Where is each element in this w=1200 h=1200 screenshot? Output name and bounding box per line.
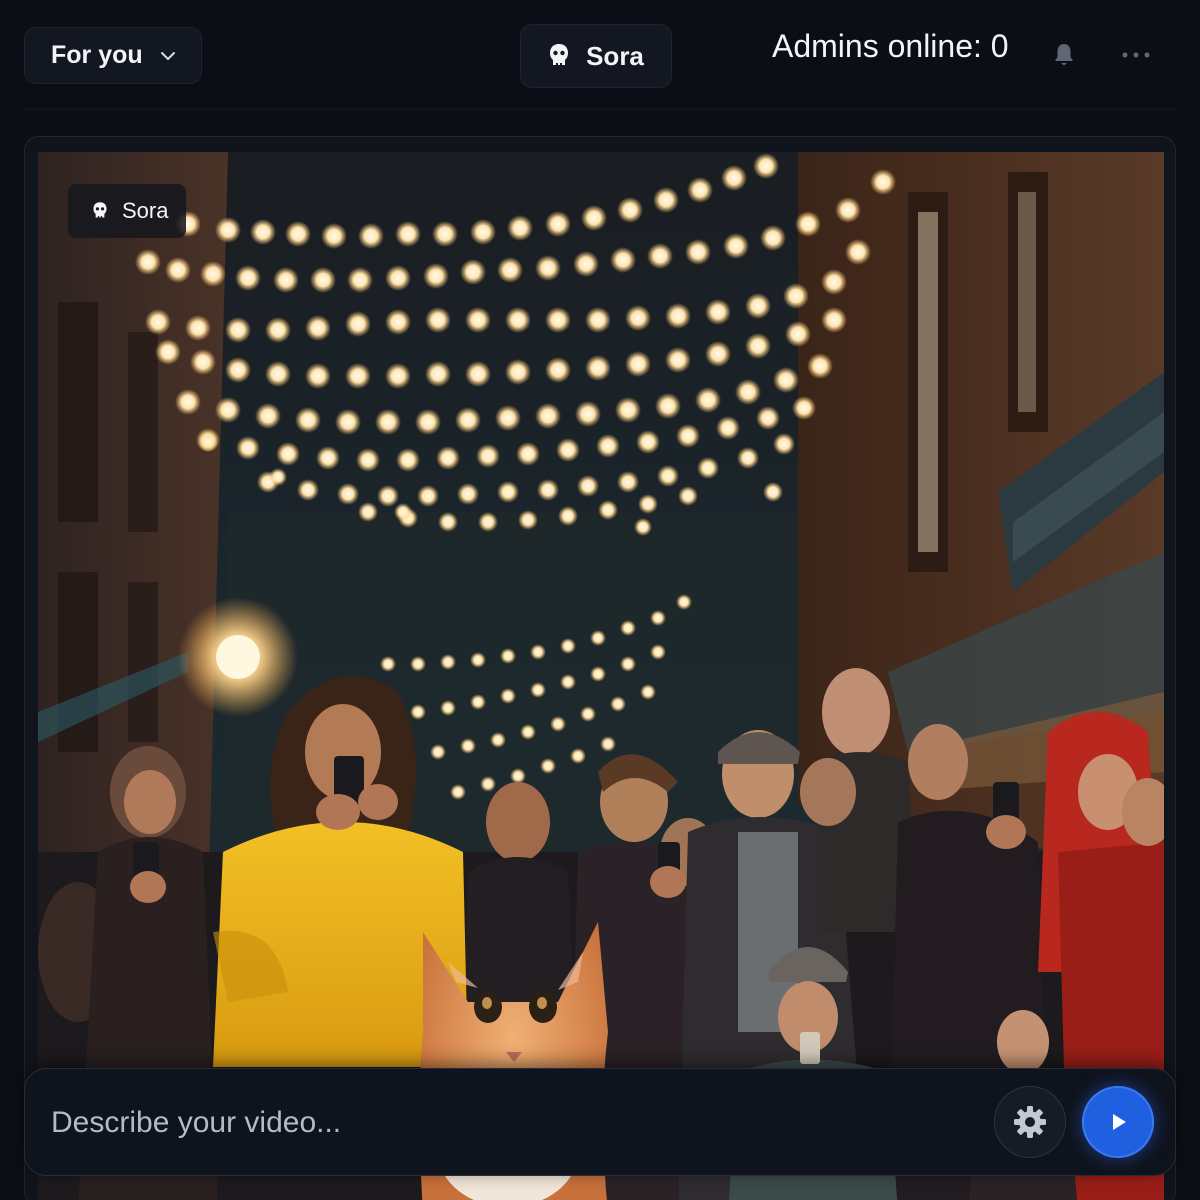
video-badge-label: Sora: [122, 198, 169, 223]
header-divider: [24, 108, 1176, 110]
video-frame-illustration: [38, 152, 1164, 1200]
brand-pill[interactable]: Sora: [520, 24, 672, 88]
generate-video-button[interactable]: [1082, 1086, 1154, 1158]
bell-icon[interactable]: [1050, 40, 1078, 70]
ghost-icon: [92, 201, 108, 221]
brand-label: Sora: [586, 40, 644, 71]
video-prompt-input[interactable]: [51, 1095, 951, 1151]
video-source-badge: Sora: [68, 184, 186, 238]
settings-button[interactable]: [994, 1086, 1066, 1158]
gear-icon: [1014, 1106, 1046, 1138]
video-card: Sora: [24, 136, 1176, 1200]
chevron-down-icon: [159, 47, 177, 65]
ellipsis-icon[interactable]: [1118, 40, 1154, 70]
prompt-bar: [24, 1068, 1176, 1176]
admins-online-status: Admins online: 0: [772, 28, 1009, 64]
ghost-icon: [548, 43, 570, 69]
app-page: For you Sora Admins online: 0 Sora Descr…: [0, 0, 1200, 1200]
top-bar: For you Sora Admins online: 0: [0, 0, 1200, 110]
feed-selector-label: For you: [51, 41, 143, 69]
play-icon: [1113, 1114, 1126, 1130]
feed-selector-button[interactable]: For you: [24, 27, 202, 84]
video-player[interactable]: Sora: [38, 152, 1164, 1200]
